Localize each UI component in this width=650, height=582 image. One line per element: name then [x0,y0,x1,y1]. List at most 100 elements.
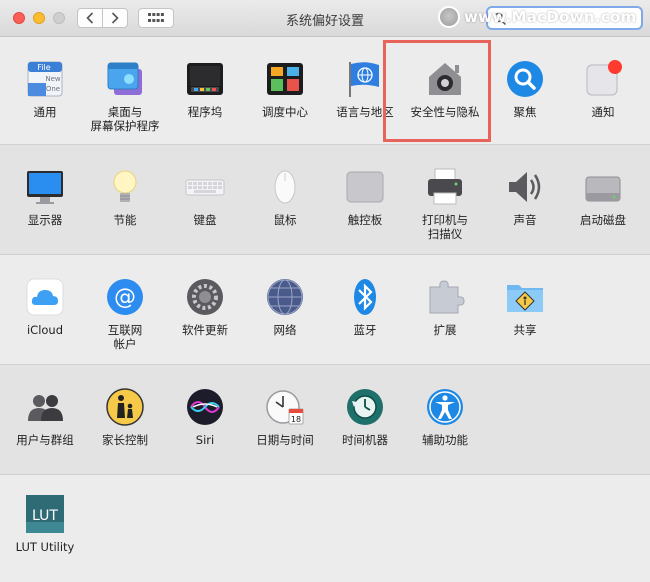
trackpad-icon [346,171,384,203]
dock-icon [187,63,223,95]
search-icon [493,11,507,26]
svg-text:18: 18 [291,415,301,424]
pref-label: LUT Utility [15,540,75,554]
pref-spotlight[interactable]: 聚焦 [485,59,565,119]
pref-label: 声音 [513,213,537,227]
pref-users-groups[interactable]: 用户与群组 [5,387,85,447]
search-input[interactable] [511,10,635,26]
mouse-icon [274,170,296,204]
startup-disk-icon [585,176,621,202]
pref-label: Siri [195,433,215,447]
section-internet-wireless: iCloud @ 互联网 帐户 软件更新 网络 蓝牙 扩展 共享 [0,255,650,365]
mission-control-icon [267,63,303,95]
icloud-icon [26,278,64,316]
security-privacy-icon [429,63,461,95]
svg-text:LUT: LUT [32,508,58,524]
svg-text:File: File [37,63,50,72]
pref-parental-controls[interactable]: 家长控制 [85,387,165,447]
pref-label: 聚焦 [513,105,537,119]
pref-energy-saver[interactable]: 节能 [85,167,165,227]
svg-text:One: One [46,85,60,93]
pref-time-machine[interactable]: 时间机器 [325,387,405,447]
system-preferences-window: 系统偏好设置 www.MacDown.com File New One 通用 桌… [0,0,650,582]
pref-mission-control[interactable]: 调度中心 [245,59,325,119]
pref-security-privacy[interactable]: 安全性与隐私 [405,59,485,119]
pref-label: 日期与时间 [256,433,314,447]
pref-label: iCloud [26,323,64,337]
pref-sound[interactable]: 声音 [485,167,565,227]
energy-saver-icon [113,170,137,202]
pref-language-region[interactable]: 语言与地区 [325,59,405,119]
bluetooth-icon [354,279,376,315]
pref-label: 通用 [33,105,57,119]
date-time-icon: 18 [266,390,304,425]
pref-label: 键盘 [193,213,217,227]
pref-label: 触控板 [347,213,383,227]
language-region-icon [349,62,379,97]
accessibility-icon [427,389,463,425]
keyboard-icon [185,179,225,196]
pref-desktop-screensaver[interactable]: 桌面与 屏幕保护程序 [85,59,165,133]
pref-bluetooth[interactable]: 蓝牙 [325,277,405,337]
pref-label: 家长控制 [102,433,148,447]
pref-label: 时间机器 [342,433,388,447]
spotlight-icon [507,61,543,97]
users-groups-icon [28,395,63,421]
notifications-icon [586,60,622,96]
pref-extensions[interactable]: 扩展 [405,277,485,337]
section-personal: File New One 通用 桌面与 屏幕保护程序 程序坞 调度中心 语言与地… [0,37,650,145]
pref-label: 打印机与 扫描仪 [422,213,468,241]
software-update-icon [187,279,223,315]
pref-sharing[interactable]: 共享 [485,277,565,337]
pref-icloud[interactable]: iCloud [5,277,85,337]
pref-label: 软件更新 [182,323,228,337]
pref-mouse[interactable]: 鼠标 [245,167,325,227]
pref-label: 网络 [273,323,297,337]
section-other: LUT LUT Utility [0,475,650,582]
pref-label: 节能 [113,213,137,227]
pref-label: 共享 [513,323,537,337]
section-system: 用户与群组 家长控制 Siri 18 日期与时间 时间机器 辅助功能 [0,365,650,475]
title-bar: 系统偏好设置 www.MacDown.com [0,0,650,37]
search-field[interactable] [486,6,643,30]
pref-keyboard[interactable]: 键盘 [165,167,245,227]
pref-network[interactable]: 网络 [245,277,325,337]
internet-accounts-icon: @ [107,279,143,315]
section-hardware: 显示器 节能 键盘 鼠标 触控板 打印机与 扫描仪 声音 启动磁盘 [0,145,650,255]
pref-notifications[interactable]: 通知 [563,59,643,119]
svg-text:New: New [45,75,61,83]
pref-label: 调度中心 [262,105,308,119]
pref-label: 通知 [591,105,615,119]
sharing-icon [507,285,543,312]
pref-siri[interactable]: Siri [165,387,245,447]
svg-text:@: @ [114,285,136,310]
pref-date-time[interactable]: 18 日期与时间 [245,387,325,447]
pref-label: 显示器 [27,213,63,227]
pref-label: 鼠标 [273,213,297,227]
pref-label: 辅助功能 [422,433,468,447]
displays-icon [27,171,63,204]
pref-label: 启动磁盘 [580,213,626,227]
pref-label: 程序坞 [187,105,223,119]
pref-label: 蓝牙 [353,323,377,337]
pref-label: 扩展 [433,323,457,337]
pref-label: 安全性与隐私 [410,105,480,119]
pref-general[interactable]: File New One 通用 [5,59,85,119]
pref-printers-scanners[interactable]: 打印机与 扫描仪 [405,167,485,241]
parental-controls-icon [106,388,144,426]
pref-lut-utility[interactable]: LUT LUT Utility [5,494,85,554]
siri-icon [187,389,223,425]
pref-internet-accounts[interactable]: @ 互联网 帐户 [85,277,165,351]
pref-label: 桌面与 屏幕保护程序 [90,105,160,133]
pref-displays[interactable]: 显示器 [5,167,85,227]
pref-startup-disk[interactable]: 启动磁盘 [563,167,643,227]
pref-dock[interactable]: 程序坞 [165,59,245,119]
pref-accessibility[interactable]: 辅助功能 [405,387,485,447]
pref-trackpad[interactable]: 触控板 [325,167,405,227]
printer-scanner-icon [428,168,462,205]
pref-software-update[interactable]: 软件更新 [165,277,245,337]
pref-label: 用户与群组 [16,433,74,447]
general-icon: File New One [27,61,63,97]
pref-label: 互联网 帐户 [107,323,143,351]
extensions-icon [429,280,465,314]
